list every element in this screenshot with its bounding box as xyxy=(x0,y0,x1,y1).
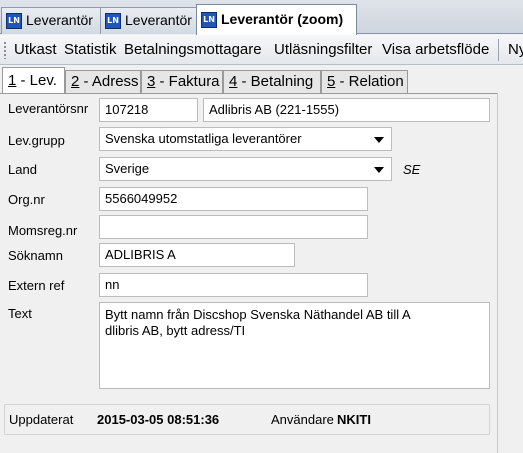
app-icon: LN xyxy=(201,12,217,28)
label-leverantorsnr: Leverantörsnr xyxy=(8,101,89,116)
app-icon: LN xyxy=(105,13,121,29)
leverantorsnr-field[interactable]: 107218 xyxy=(99,98,198,122)
tab-faktura[interactable]: 3 - Faktura xyxy=(141,70,223,93)
tab-label: - Adress xyxy=(79,73,139,90)
tab-label: - Betalning xyxy=(237,73,314,90)
externref-field[interactable]: nn xyxy=(99,273,368,297)
label-soknamn: Söknamn xyxy=(8,248,63,263)
momsregnr-field[interactable] xyxy=(99,215,368,239)
right-edge-strip xyxy=(499,93,523,453)
doc-tab-label: Leverantör xyxy=(125,12,192,28)
betalningsmottagare-button[interactable]: Betalningsmottagare xyxy=(124,40,262,60)
levgrupp-value: Svenska utomstatliga leverantörer xyxy=(105,131,302,146)
tab-relation[interactable]: 5 - Relation xyxy=(321,70,408,93)
land-select[interactable]: Sverige xyxy=(99,157,392,181)
tab-label: - Relation xyxy=(335,73,404,90)
user-label: Användare xyxy=(271,412,334,427)
label-orgnr: Org.nr xyxy=(8,192,45,207)
tab-label: - Lev. xyxy=(16,72,57,89)
label-land: Land xyxy=(8,162,37,177)
tab-adress[interactable]: 2 - Adress xyxy=(65,70,141,93)
doc-tab-leverantor-2[interactable]: LN Leverantör xyxy=(100,7,198,34)
action-toolbar: Utkast Statistik Betalningsmottagare Utl… xyxy=(0,35,523,65)
land-code: SE xyxy=(403,162,421,177)
leverantor-name-field[interactable]: Adlibris AB (221-1555) xyxy=(203,98,490,122)
label-externref: Extern ref xyxy=(8,278,65,293)
footer-info-box xyxy=(4,404,490,435)
statistik-button[interactable]: Statistik xyxy=(64,40,117,60)
utkast-button[interactable]: Utkast xyxy=(14,40,57,60)
toolbar-separator xyxy=(498,39,499,61)
user-value: NKITI xyxy=(337,412,371,427)
tab-label: - Faktura xyxy=(155,73,220,90)
visa-arbetsflode-button[interactable]: Visa arbetsflöde xyxy=(382,40,489,60)
levgrupp-select[interactable]: Svenska utomstatliga leverantörer xyxy=(99,127,392,151)
doc-tab-leverantor-zoom[interactable]: LN Leverantör (zoom) xyxy=(196,4,357,35)
chevron-down-icon[interactable] xyxy=(374,167,384,173)
label-text: Text xyxy=(8,306,32,321)
toolbar-grip-icon[interactable] xyxy=(3,41,7,59)
orgnr-field[interactable]: 5566049952 xyxy=(99,187,368,211)
text-area[interactable]: Bytt namn från Discshop Svenska Näthande… xyxy=(99,302,490,389)
ny-button[interactable]: Ny xyxy=(508,40,523,60)
soknamn-field[interactable]: ADLIBRIS A xyxy=(99,243,295,267)
doc-tab-label: Leverantör xyxy=(26,12,93,28)
chevron-down-icon[interactable] xyxy=(374,137,384,143)
land-value: Sverige xyxy=(105,161,150,176)
doc-tab-leverantor-1[interactable]: LN Leverantör xyxy=(1,7,115,34)
tab-lev[interactable]: 1 - Lev. xyxy=(2,67,65,94)
app-icon: LN xyxy=(6,13,22,29)
label-momsregnr: Momsreg.nr xyxy=(8,223,78,238)
label-levgrupp: Lev.grupp xyxy=(8,133,65,148)
utlasningsfilter-button[interactable]: Utläsningsfilter xyxy=(274,40,372,60)
tab-betalning[interactable]: 4 - Betalning xyxy=(223,70,321,93)
doc-tab-label: Leverantör (zoom) xyxy=(221,11,344,27)
updated-value: 2015-03-05 08:51:36 xyxy=(97,412,220,427)
updated-label: Uppdaterat xyxy=(9,412,74,427)
document-tab-bar: LN Leverantör LN Leverantör LN Leverantö… xyxy=(0,0,523,35)
